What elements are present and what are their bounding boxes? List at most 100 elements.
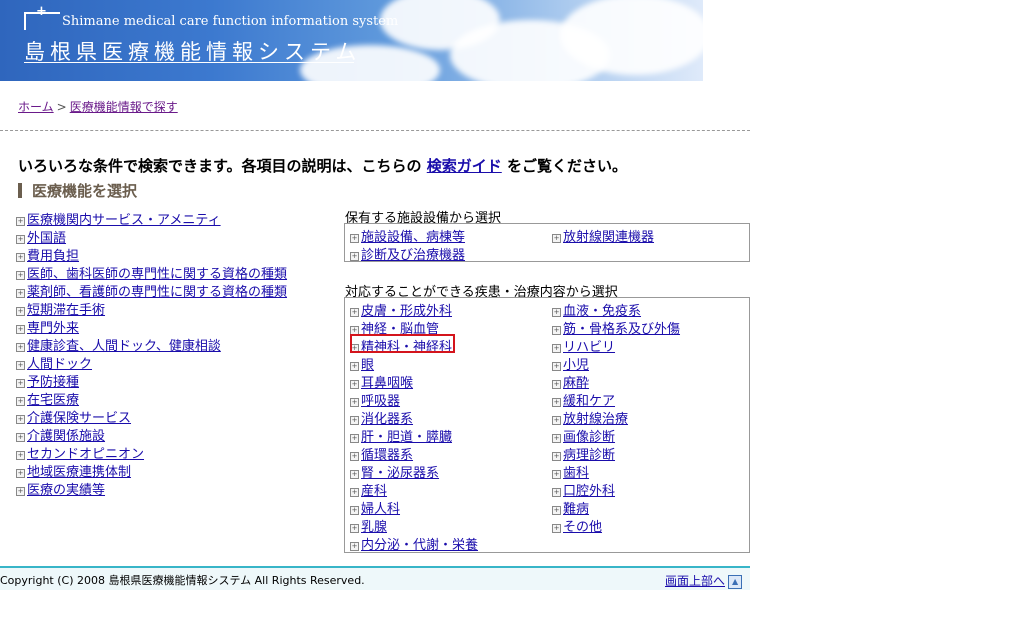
disease-item-link[interactable]: 耳鼻咽喉 [361,376,413,391]
disease-item-link[interactable]: 難病 [563,502,589,517]
function-item-link[interactable]: 健康診査、人間ドック、健康相談 [27,339,221,354]
selection-highlight [350,334,455,353]
disease-item: + 耳鼻咽喉 [350,372,413,391]
disease-item: + 眼 [350,354,374,373]
function-item-link[interactable]: 医療機関内サービス・アメニティ [27,213,221,228]
plus-icon: + [16,253,25,262]
intro-before: いろいろな条件で検索できます。各項目の説明は、こちらの [18,157,422,175]
function-item-link[interactable]: 医療の実績等 [27,483,105,498]
disease-item-link[interactable]: 皮膚・形成外科 [361,304,452,319]
disease-item-link[interactable]: 消化器系 [361,412,413,427]
function-item: + 外国語 [16,227,66,246]
disease-item: + 呼吸器 [350,390,400,409]
disease-item: + 歯科 [552,462,589,481]
disease-item-link[interactable]: リハビリ [563,340,615,355]
disease-item-link[interactable]: 画像診断 [563,430,615,445]
disease-item: + 麻酔 [552,372,589,391]
header-subtitle: Shimane medical care function informatio… [62,14,399,29]
disease-item: + 乳腺 [350,516,387,535]
function-item-link[interactable]: 薬剤師、看護師の専門性に関する資格の種類 [27,285,287,300]
disease-item: + その他 [552,516,602,535]
plus-icon: + [552,416,561,425]
plus-icon: + [350,488,359,497]
plus-icon: + [552,470,561,479]
plus-icon: + [552,506,561,515]
plus-icon: + [16,433,25,442]
disease-item-link[interactable]: 歯科 [563,466,589,481]
disease-item-link[interactable]: その他 [563,520,602,535]
disease-item-link[interactable]: 筋・骨格系及び外傷 [563,322,680,337]
disease-item-link[interactable]: 病理診断 [563,448,615,463]
plus-icon: + [16,325,25,334]
disease-item-link[interactable]: 乳腺 [361,520,387,535]
function-item-link[interactable]: 介護関係施設 [27,429,105,444]
function-item-link[interactable]: セカンドオピニオン [27,447,144,462]
disease-item-link[interactable]: 肝・胆道・膵臓 [361,430,452,445]
disease-item-link[interactable]: 婦人科 [361,502,400,517]
function-item-link[interactable]: 外国語 [27,231,66,246]
disease-item-link[interactable]: 緩和ケア [563,394,615,409]
function-item: + 医療機関内サービス・アメニティ [16,209,221,228]
logo-cross-icon: + [24,4,60,30]
heading-text: 医療機能を選択 [32,182,138,200]
function-item: + 短期滞在手術 [16,299,105,318]
facility-item: + 診断及び治療機器 [350,244,465,263]
plus-icon: + [16,217,25,226]
function-item-link[interactable]: 短期滞在手術 [27,303,105,318]
function-item-link[interactable]: 人間ドック [27,357,92,372]
disease-item-link[interactable]: 産科 [361,484,387,499]
disease-item-link[interactable]: 血液・免疫系 [563,304,641,319]
disease-item-link[interactable]: 腎・泌尿器系 [361,466,439,481]
breadcrumb: ホーム > 医療機能情報で探す [18,98,178,115]
function-item-link[interactable]: 地域医療連携体制 [27,465,131,480]
function-item: + 在宅医療 [16,389,79,408]
disease-item: + 画像診断 [552,426,615,445]
disease-item: + 肝・胆道・膵臓 [350,426,452,445]
function-item: + 地域医療連携体制 [16,461,131,480]
disease-item-link[interactable]: 呼吸器 [361,394,400,409]
function-item-link[interactable]: 予防接種 [27,375,79,390]
facility-item: + 施設設備、病棟等 [350,226,465,245]
function-item-link[interactable]: 在宅医療 [27,393,79,408]
breadcrumb-separator: > [56,100,67,114]
disease-item-link[interactable]: 口腔外科 [563,484,615,499]
plus-icon: + [350,398,359,407]
function-item-link[interactable]: 医師、歯科医師の専門性に関する資格の種類 [27,267,287,282]
plus-icon: + [16,469,25,478]
intro-text: いろいろな条件で検索できます。各項目の説明は、こちらの 検索ガイド をご覧くださ… [18,155,627,176]
disease-item: + 婦人科 [350,498,400,517]
function-item: + 予防接種 [16,371,79,390]
disease-item-link[interactable]: 眼 [361,358,374,373]
disease-item-link[interactable]: 放射線治療 [563,412,628,427]
facility-item-link[interactable]: 放射線関連機器 [563,230,654,245]
plus-icon: + [16,361,25,370]
function-item: + 医師、歯科医師の専門性に関する資格の種類 [16,263,287,282]
function-item-link[interactable]: 専門外来 [27,321,79,336]
plus-icon: + [350,542,359,551]
arrow-up-icon[interactable]: ▲ [728,575,743,589]
disease-item: + 口腔外科 [552,480,615,499]
search-guide-link[interactable]: 検索ガイド [427,157,502,175]
disease-item: + 放射線治療 [552,408,628,427]
plus-icon: + [16,397,25,406]
function-item-link[interactable]: 介護保険サービス [27,411,131,426]
disease-item-link[interactable]: 内分泌・代謝・栄養 [361,538,478,553]
facility-item-link[interactable]: 診断及び治療機器 [361,248,465,263]
breadcrumb-current-link[interactable]: 医療機能情報で探す [70,100,178,114]
function-item-link[interactable]: 費用負担 [27,249,79,264]
plus-icon: + [350,380,359,389]
facility-item-link[interactable]: 施設設備、病棟等 [361,230,465,245]
plus-icon: + [350,470,359,479]
function-item: + 人間ドック [16,353,92,372]
disease-item-link[interactable]: 循環器系 [361,448,413,463]
function-item: + セカンドオピニオン [16,443,144,462]
plus-icon: + [552,326,561,335]
plus-icon: + [16,487,25,496]
function-item: + 薬剤師、看護師の専門性に関する資格の種類 [16,281,287,300]
disease-item-link[interactable]: 小児 [563,358,589,373]
disease-item-link[interactable]: 麻酔 [563,376,589,391]
back-to-top-link[interactable]: 画面上部へ [665,574,725,588]
plus-icon: + [16,235,25,244]
breadcrumb-home-link[interactable]: ホーム [18,100,54,114]
disease-item: + 小児 [552,354,589,373]
